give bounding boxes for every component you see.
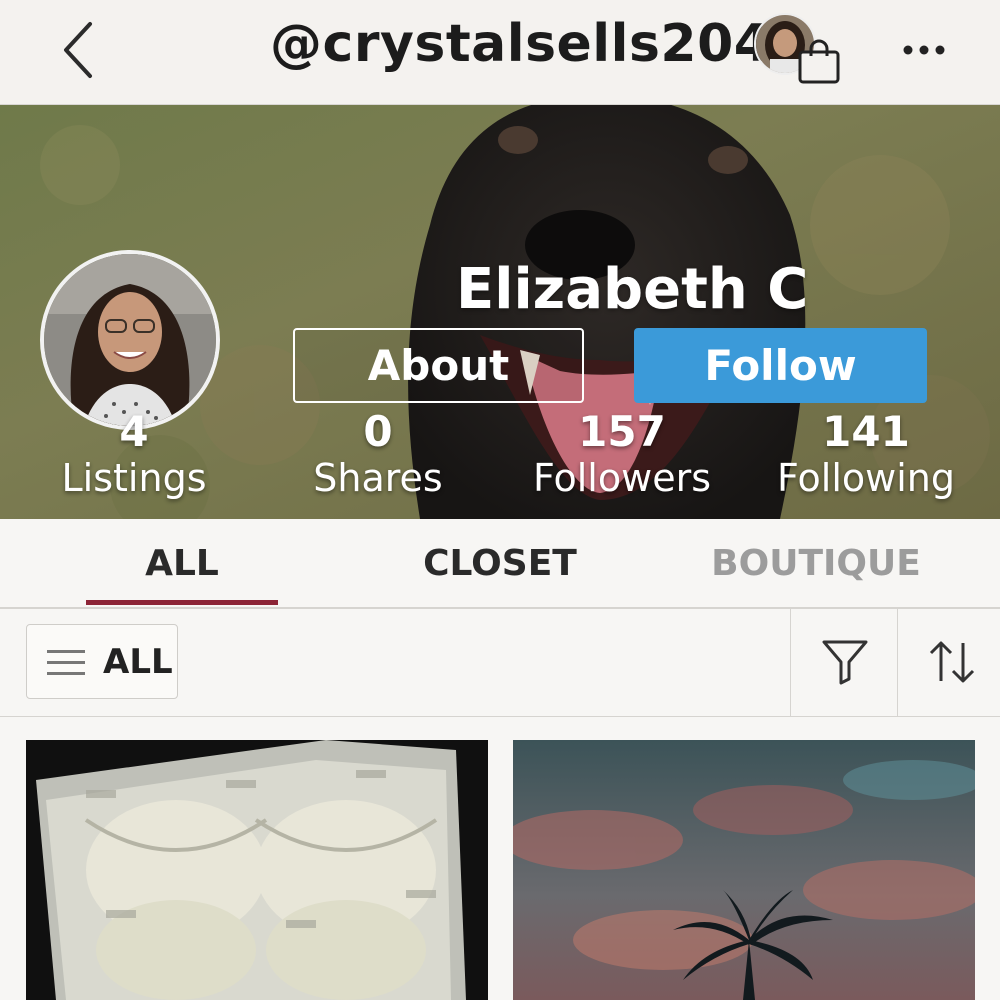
shopping-bag-icon <box>798 39 840 84</box>
cover-section: Elizabeth C About Follow 4 Listings 0 Sh… <box>0 105 1000 519</box>
stat-label: Shares <box>313 456 443 500</box>
closet-tabs: ALL CLOSET BOUTIQUE <box>0 519 1000 609</box>
more-horizontal-icon <box>903 45 945 55</box>
more-options-button[interactable] <box>896 30 952 70</box>
listing-image <box>26 740 488 1000</box>
stat-shares[interactable]: 0 Shares <box>268 407 488 501</box>
profile-handle: @crystalsells204 <box>270 14 771 74</box>
funnel-icon[interactable] <box>820 637 870 687</box>
hamburger-icon <box>47 649 85 675</box>
tab-all[interactable]: ALL <box>86 519 278 607</box>
stat-label: Following <box>777 456 955 500</box>
follow-button[interactable]: Follow <box>634 328 927 403</box>
chevron-left-icon <box>64 22 92 78</box>
top-bar: @crystalsells204 <box>0 0 1000 105</box>
category-label: ALL <box>103 641 173 682</box>
divider <box>790 609 791 716</box>
divider <box>897 609 898 716</box>
about-button[interactable]: About <box>293 328 584 403</box>
listing-card[interactable] <box>26 740 488 1000</box>
listing-grid <box>0 717 1000 1000</box>
stat-followers[interactable]: 157 Followers <box>512 407 732 501</box>
display-name: Elizabeth C <box>456 257 809 322</box>
listing-card[interactable] <box>513 740 975 1000</box>
stat-following[interactable]: 141 Following <box>756 407 976 501</box>
sort-arrows-icon[interactable] <box>926 637 978 687</box>
listing-image <box>513 740 975 1000</box>
stat-value: 4 <box>119 407 149 456</box>
stat-listings[interactable]: 4 Listings <box>24 407 244 501</box>
stat-value: 141 <box>822 407 910 456</box>
stat-label: Followers <box>533 456 711 500</box>
active-tab-indicator <box>86 600 278 605</box>
stat-value: 0 <box>363 407 393 456</box>
stat-label: Listings <box>61 456 207 500</box>
tab-boutique[interactable]: BOUTIQUE <box>700 519 932 607</box>
filter-row: ALL <box>0 609 1000 717</box>
profile-avatar[interactable] <box>40 250 220 430</box>
category-button[interactable]: ALL <box>26 624 178 699</box>
back-button[interactable] <box>52 18 112 82</box>
stat-value: 157 <box>578 407 666 456</box>
tab-closet[interactable]: CLOSET <box>390 519 610 607</box>
